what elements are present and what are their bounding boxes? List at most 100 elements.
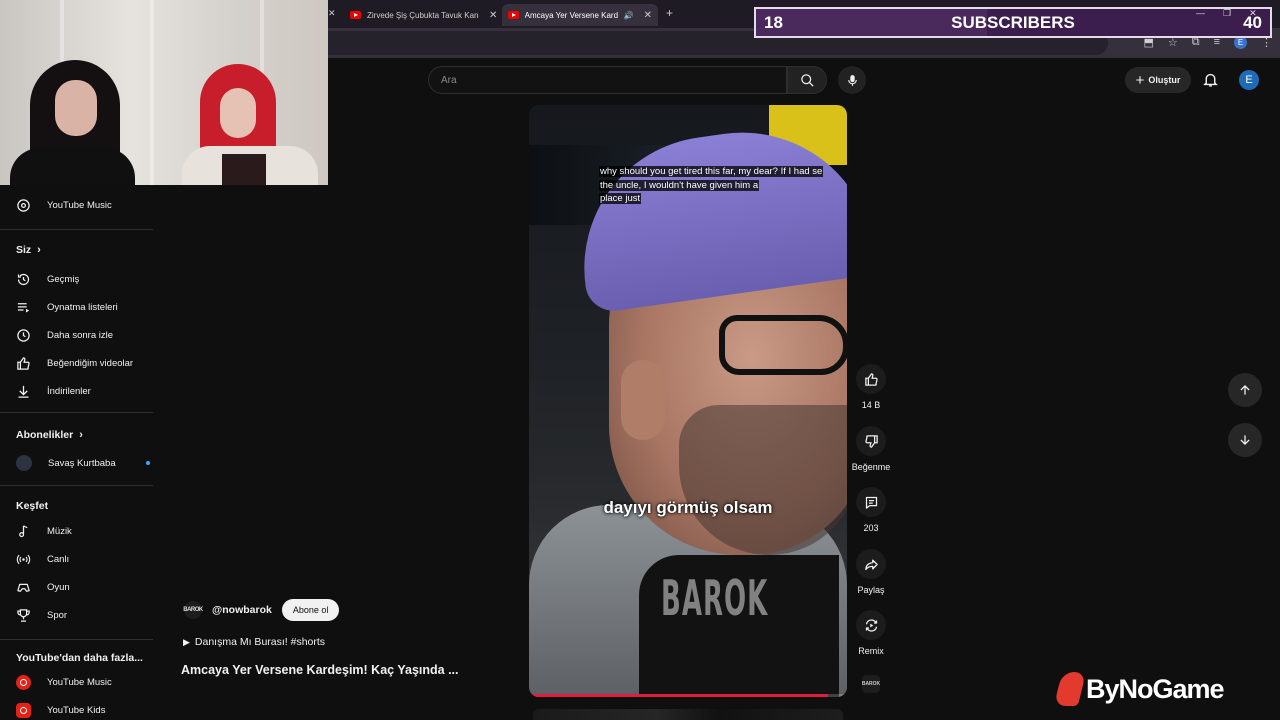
tab-close-icon[interactable]: ✕ <box>644 10 652 21</box>
trophy-icon <box>17 608 30 622</box>
webcam-overlay <box>0 0 328 185</box>
sidebar-heading-you[interactable]: Siz › <box>16 244 41 256</box>
caption-line: place just <box>599 193 642 204</box>
sidebar-divider <box>0 485 153 486</box>
translated-caption: why should you get tired this far, my de… <box>599 165 847 206</box>
streamer-top <box>222 154 266 185</box>
sidebar-divider <box>0 229 153 230</box>
chevron-right-icon: › <box>79 429 83 441</box>
sidebar-divider <box>0 412 153 413</box>
heading-label: YouTube'dan daha fazla... <box>16 652 143 664</box>
share-circle[interactable] <box>856 549 886 579</box>
sidebar-item-liked-videos[interactable]: Beğendiğim videolar <box>16 353 133 373</box>
download-icon <box>18 385 29 398</box>
previous-short-button[interactable] <box>1228 373 1262 407</box>
sidebar-item-playlists[interactable]: Oynatma listeleri <box>16 297 118 317</box>
sidebar-item-label: Canlı <box>47 553 70 565</box>
sponsor-name: ByNoGame <box>1086 673 1225 704</box>
channel-handle[interactable]: @nowbarok <box>212 604 272 616</box>
sidebar-item-sports[interactable]: Spor <box>16 605 67 625</box>
speaker-icon[interactable]: 🔊 <box>624 11 634 20</box>
share-label: Paylaş <box>857 585 885 595</box>
sidebar-item-gaming[interactable]: Oyun <box>16 577 70 597</box>
remix-button[interactable]: Remix <box>852 610 890 656</box>
streamer-right <box>182 64 322 185</box>
search-icon <box>800 73 814 87</box>
thumbs-up-icon <box>17 356 30 370</box>
search-input[interactable]: Ara <box>428 66 787 94</box>
minimize-icon[interactable]: — <box>1196 8 1205 19</box>
comment-icon <box>865 496 877 509</box>
sidebar-item-label: YouTube Kids <box>47 704 106 716</box>
sidebar-divider <box>0 639 153 640</box>
sidebar-item-label: Savaş Kurtbaba <box>48 457 116 469</box>
sidebar-heading-subscriptions[interactable]: Abonelikler › <box>16 429 83 441</box>
sidebar-item-history[interactable]: Geçmiş <box>16 269 79 289</box>
playlist-link[interactable]: ▶ Danışma Mı Burası! #shorts <box>183 636 325 648</box>
tab-label: Zirvede Şiş Çubukta Tavuk Kanad <box>367 10 479 20</box>
video-watermark: BAROK <box>661 571 769 629</box>
sidebar-item-live[interactable]: Canlı <box>16 549 69 569</box>
video-progress-fill <box>529 694 828 697</box>
streamer-left <box>10 60 135 185</box>
arrow-up-icon <box>1240 385 1250 395</box>
sidebar-item-label: Beğendiğim videolar <box>47 357 134 369</box>
heading-label: Siz <box>16 244 32 256</box>
sidebar-item-youtube-music[interactable]: YouTube Music <box>16 195 112 215</box>
caption-line: why should you get tired this far, my de… <box>599 166 824 177</box>
comments-button[interactable]: 203 <box>852 487 890 533</box>
sidebar-item-downloads[interactable]: İndirilenler <box>16 381 91 401</box>
youtube-kids-logo-icon <box>16 702 31 718</box>
maximize-icon[interactable]: ❐ <box>1223 8 1231 19</box>
dislike-button[interactable]: Beğenme <box>852 426 890 472</box>
share-button[interactable]: Paylaş <box>852 549 890 595</box>
channel-avatar[interactable]: BAROK <box>183 601 203 619</box>
search-button[interactable] <box>787 66 827 94</box>
sound-thumbnail[interactable]: BAROK <box>862 675 880 693</box>
like-button[interactable]: 14 B <box>852 364 890 410</box>
live-broadcast-icon <box>16 554 31 564</box>
new-tab-button[interactable]: + <box>666 6 673 20</box>
comments-circle[interactable] <box>856 487 886 517</box>
create-button[interactable]: + Oluştur <box>1125 67 1191 93</box>
notifications-button[interactable] <box>1202 71 1219 93</box>
subscriber-label: SUBSCRIBERS <box>951 12 1075 32</box>
sidebar-item-music[interactable]: Müzik <box>16 521 72 541</box>
video-title[interactable]: Amcaya Yer Versene Kardeşim! Kaç Yaşında… <box>181 663 458 677</box>
screen: ✕ Zirvede Şiş Çubukta Tavuk Kanad ✕ Amca… <box>0 0 1280 720</box>
subscribe-button[interactable]: Abone ol <box>281 599 340 621</box>
next-short-preview <box>533 709 843 720</box>
microphone-icon <box>847 74 857 86</box>
sidebar-item-label: YouTube Music <box>47 676 112 688</box>
next-short-button[interactable] <box>1228 423 1262 457</box>
tab-close-icon[interactable]: ✕ <box>489 10 497 21</box>
sidebar-item-channel[interactable]: Savaş Kurtbaba <box>16 453 150 473</box>
subscriber-goal: 40 <box>1243 12 1262 32</box>
sidebar-item-yt-music[interactable]: YouTube Music <box>16 672 112 692</box>
chevron-right-icon: › <box>37 244 41 256</box>
sidebar-item-label: Oynatma listeleri <box>47 301 118 313</box>
tab-zirvede[interactable]: Zirvede Şiş Çubukta Tavuk Kanad ✕ <box>344 4 504 26</box>
voice-search-button[interactable] <box>838 66 866 94</box>
short-video-player[interactable]: BAROK why should you get tired this far,… <box>529 105 847 697</box>
dislike-circle[interactable] <box>856 426 886 456</box>
sidebar-item-label: Daha sonra izle <box>47 329 114 341</box>
bell-icon <box>1203 73 1218 87</box>
like-circle[interactable] <box>856 364 886 394</box>
remix-circle[interactable] <box>856 610 886 640</box>
sidebar-item-label: Oyun <box>47 581 70 593</box>
sidebar-heading-explore: Keşfet <box>16 500 48 512</box>
remix-icon <box>865 618 877 632</box>
tab-amcaya[interactable]: Amcaya Yer Versene Kardeşi 🔊 ✕ <box>502 4 658 26</box>
sidebar-item-watch-later[interactable]: Daha sonra izle <box>16 325 113 345</box>
remix-label: Remix <box>858 646 884 656</box>
close-icon[interactable]: ✕ <box>328 8 336 19</box>
youtube-music-logo-icon <box>16 674 31 690</box>
caption-line: the uncle, I wouldn't have given him a <box>599 179 760 191</box>
account-avatar[interactable]: E <box>1239 70 1259 90</box>
streamer-body <box>10 148 135 185</box>
dislike-label: Beğenme <box>851 462 891 472</box>
video-progress-bar[interactable] <box>529 694 847 697</box>
create-label: Oluştur <box>1148 75 1181 85</box>
sidebar-item-yt-kids[interactable]: YouTube Kids <box>16 700 105 720</box>
